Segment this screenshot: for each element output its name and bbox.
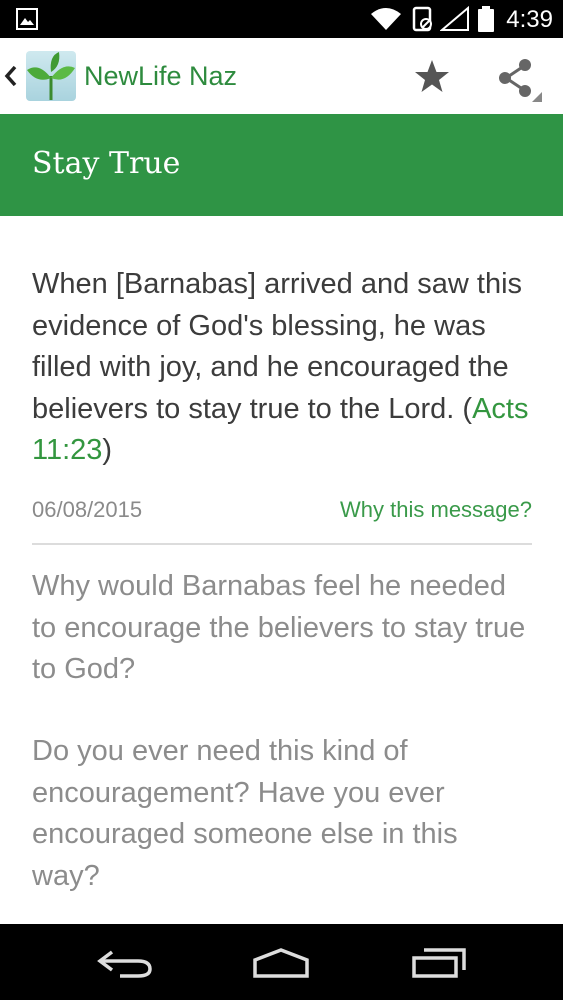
why-this-message-link[interactable]: Why this message? (340, 496, 532, 524)
message-content: When [Barnabas] arrived and saw this evi… (0, 216, 563, 924)
status-bar: 4:39 (0, 0, 563, 38)
divider (32, 543, 532, 545)
recents-icon (412, 948, 466, 978)
title-banner: Stay True (0, 114, 563, 216)
screen: 4:39 NewLife Naz Stay True When [Barnaba… (0, 0, 563, 1000)
message-meta: 06/08/2015 Why this message? (32, 496, 532, 526)
share-button[interactable] (494, 54, 546, 104)
battery-icon (478, 6, 494, 32)
verse-text: When [Barnabas] arrived and saw this evi… (32, 264, 532, 472)
verse-close: ) (102, 434, 113, 466)
app-title: NewLife Naz (84, 61, 238, 91)
app-logo-icon (26, 51, 76, 101)
back-icon (97, 950, 152, 978)
nav-home-button[interactable] (250, 946, 312, 980)
share-icon (499, 59, 542, 102)
star-icon (415, 60, 449, 92)
wifi-icon (371, 8, 401, 30)
signal-icon (440, 6, 469, 31)
verse-body: When [Barnabas] arrived and saw this evi… (32, 268, 523, 425)
favorite-button[interactable] (410, 54, 454, 98)
nfc-icon (412, 6, 432, 32)
back-chevron-icon (4, 65, 17, 87)
action-bar: NewLife Naz (0, 38, 563, 114)
message-date: 06/08/2015 (32, 497, 143, 522)
reflection-question-2: Do you ever need this kind of encouragem… (32, 735, 458, 892)
reflection-question-1: Why would Barnabas feel he needed to enc… (32, 570, 526, 685)
nav-back-button[interactable] (94, 946, 156, 980)
image-icon (16, 8, 38, 30)
home-icon (253, 948, 309, 978)
up-navigation-button[interactable]: NewLife Naz (0, 38, 250, 114)
system-nav-bar (0, 924, 563, 1000)
nav-recents-button[interactable] (408, 944, 470, 980)
page-title: Stay True (32, 146, 181, 181)
status-clock: 4:39 (506, 6, 553, 33)
